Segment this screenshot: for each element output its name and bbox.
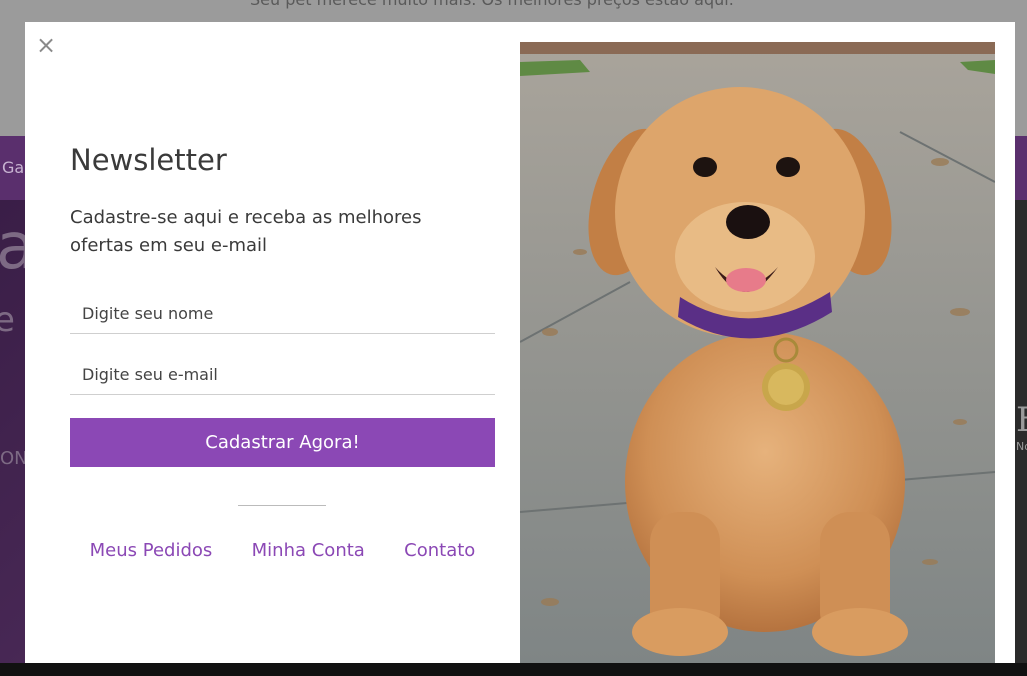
footer-links: Meus Pedidos Minha Conta Contato: [70, 540, 495, 561]
newsletter-modal: × Newsletter Cadastre-se aqui e receba a…: [25, 22, 1015, 663]
background-topbar-text: Seu pet merece muito mais. Os melhores p…: [250, 0, 734, 9]
link-my-orders[interactable]: Meus Pedidos: [90, 540, 213, 561]
modal-title: Newsletter: [70, 143, 227, 177]
background-right-small-text: No: [1016, 440, 1027, 453]
link-my-account[interactable]: Minha Conta: [252, 540, 365, 561]
puppy-photo: [520, 42, 995, 663]
background-hero-low-text: ON: [0, 448, 28, 469]
name-input[interactable]: [70, 294, 495, 334]
divider: [238, 505, 326, 506]
link-contact[interactable]: Contato: [404, 540, 475, 561]
email-input[interactable]: [70, 355, 495, 395]
background-nav-text: Ga: [2, 158, 25, 177]
background-right-text: E: [1016, 400, 1027, 440]
close-icon[interactable]: ×: [36, 32, 56, 58]
subscribe-button[interactable]: Cadastrar Agora!: [70, 418, 495, 467]
modal-subtitle: Cadastre-se aqui e receba as melhores of…: [70, 207, 422, 256]
background-bottom-bar: [0, 663, 1027, 676]
